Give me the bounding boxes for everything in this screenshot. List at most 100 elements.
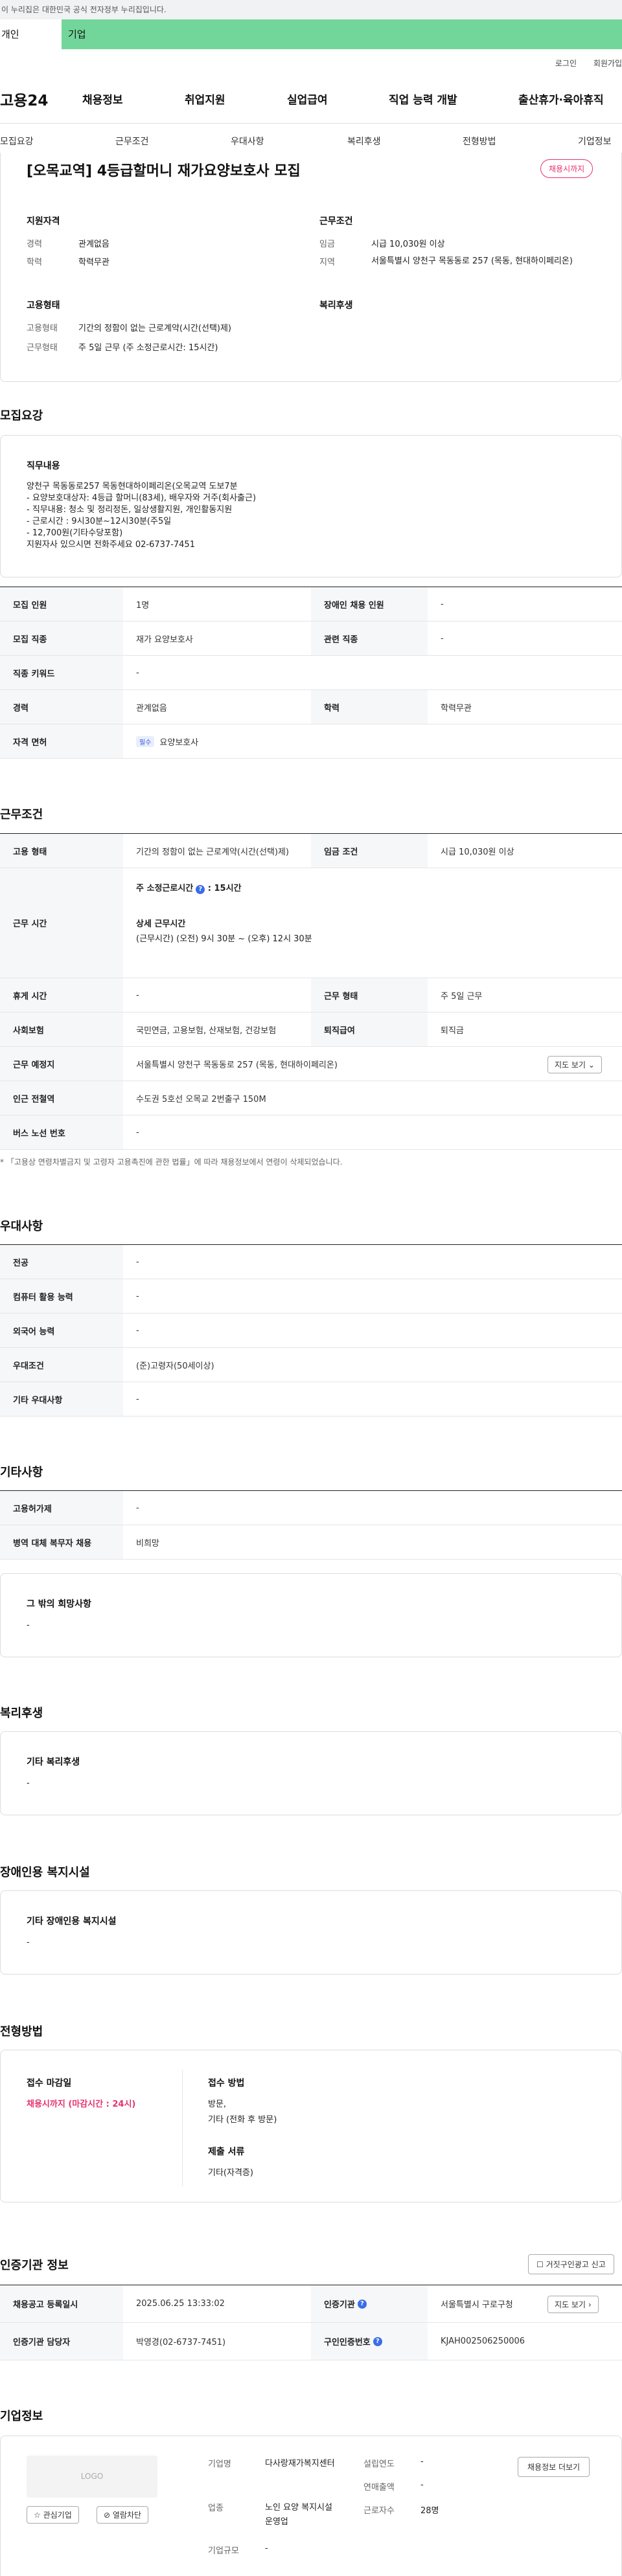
favorite-company-button[interactable]: ☆ 관심기업 (27, 2506, 79, 2524)
tab-individual[interactable]: 개인 (0, 19, 62, 49)
anchor-recruit[interactable]: 모집요강 (0, 135, 34, 148)
company-label: 기업명 (208, 2459, 231, 2469)
table-cell: - (136, 1394, 139, 1404)
gov-banner: 이 누리집은 대한민국 공식 전자정부 누리집입니다. (0, 0, 622, 19)
tab-corporate[interactable]: 기업 (68, 19, 86, 49)
table-header: 장애인 채용 인원 (311, 587, 428, 621)
table-cell: 비희망 (136, 1538, 159, 1549)
report-button-label: 거짓구인광고 신고 (546, 2260, 606, 2269)
company-label: 기업규모 (208, 2546, 239, 2556)
anchor-work[interactable]: 근무조건 (115, 135, 149, 148)
company-size: - (265, 2544, 268, 2553)
table-cell: 관계없음 (136, 703, 167, 713)
pref-section-title: 우대사항 (0, 1220, 43, 1233)
welfare-box-title: 기타 복리후생 (27, 1757, 80, 1767)
table-row: 근무 시간 주 소정근로시간? : 15시간 상세 근무시간 (근무시간) (오… (0, 868, 622, 978)
emp-value: 주 5일 근무 (주 소정근로시간: 15시간) (78, 343, 218, 353)
table-cell: - (441, 633, 444, 644)
emp-value: 기간의 정함이 없는 근로계약(시간(선택)제) (78, 324, 232, 333)
summary-card: [오목교역] 4등급할머니 재가요양보호사 모집 채용시까지 지원자격 경력 관… (0, 153, 622, 382)
table-header: 채용공고 등록일시 (0, 2285, 123, 2322)
table-cell: - (441, 599, 444, 609)
gnb-menu-vocational-training[interactable]: 직업 능력 개발 (389, 91, 457, 107)
block-icon: ⊘ (104, 2511, 111, 2520)
table-cell: - (136, 1127, 139, 1137)
welfare-box-value: - (27, 1778, 30, 1788)
etc-box-title: 그 밖의 희망사항 (27, 1599, 91, 1609)
agency-map-button[interactable]: 지도 보기 › (547, 2296, 599, 2313)
weekly-hours: 주 소정근로시간? : 15시간 (136, 881, 242, 894)
map-button[interactable]: 지도 보기 ⌄ (547, 1056, 602, 1073)
table-cell: - (136, 990, 139, 1000)
signup-link[interactable]: 회원가입 (593, 59, 622, 68)
duty-line: - 근로시간 : 9시30분~12시30분(주5일 (27, 517, 172, 526)
table-header: 인근 전철역 (0, 1081, 123, 1115)
table-cell: 서울특별시 양천구 목동동로 257 (목동, 현대하이페리온) (136, 1060, 338, 1070)
table-cell: - (136, 1325, 139, 1336)
recruit-section-title: 모집요강 (0, 409, 43, 423)
table-header: 인증기관 담당자 (0, 2323, 123, 2360)
site-logo[interactable]: 고용24 (0, 88, 48, 110)
gnb-menu-employment-support[interactable]: 취업지원 (185, 91, 225, 107)
cond-label: 지역 (319, 258, 335, 267)
company-label: 근로자수 (363, 2506, 395, 2516)
report-icon: ☐ (536, 2260, 544, 2269)
emp-label: 고용형태 (27, 324, 58, 333)
table-header: 근무 형태 (311, 978, 428, 1012)
report-button[interactable]: ☐ 거짓구인광고 신고 (528, 2254, 614, 2274)
method-title: 접수 방법 (208, 2078, 245, 2089)
login-link[interactable]: 로그인 (555, 59, 577, 68)
table-cell: KJAH002506250006 (441, 2336, 525, 2346)
cond-value: 서울특별시 양천구 목동동로 257 (목동, 현대하이페리온) (371, 256, 573, 266)
table-header: 근무 시간 (0, 868, 123, 978)
table-header: 학력 (311, 690, 428, 724)
table-cell: - (136, 1291, 139, 1301)
duty-text: 양천구 목동동로257 목동현대하이페리온(오목교역 도보7분 - 요양보호대상… (27, 481, 256, 551)
weekly-hours-value: : 15시간 (207, 884, 242, 893)
block-view-button[interactable]: ⊘ 열람차단 (97, 2506, 149, 2524)
table-header: 임금 조건 (311, 834, 428, 868)
table-header: 고용허가제 (0, 1491, 123, 1525)
screen-box: 접수 마감일 채용시까지 (마감시간 : 24시) 접수 방법 방문, 기타 (… (0, 2050, 622, 2202)
utility-links: 로그인 회원가입 (541, 58, 622, 69)
job-title: [오목교역] 4등급할머니 재가요양보호사 모집 (27, 163, 301, 179)
duty-box: 직무내용 양천구 목동동로257 목동현대하이페리온(오목교역 도보7분 - 요… (0, 435, 622, 577)
screen-section-title: 전형방법 (0, 2025, 43, 2039)
recruit-table: 모집 인원 1명 장애인 채용 인원 - 모집 직종 재가 요양보호사 관련 직… (0, 587, 622, 759)
table-row: 경력 관계없음 학력 학력무관 (0, 690, 622, 724)
table-header: 퇴직급여 (311, 1013, 428, 1046)
table-row: 우대조건 (준)고령자(50세이상) (0, 1348, 622, 1382)
table-header: 휴게 시간 (0, 978, 123, 1012)
detail-hours-value: (근무시간) (오전) 9시 30분 ~ (오후) 12시 30분 (136, 934, 312, 944)
map-button-label: 지도 보기 (555, 1060, 586, 1070)
disab-box-title: 기타 장애인용 복지시설 (27, 1916, 117, 1927)
help-icon[interactable]: ? (196, 885, 205, 894)
qual-label: 학력 (27, 258, 42, 267)
help-icon[interactable]: ? (373, 2336, 382, 2346)
etc-box-value: - (27, 1620, 30, 1630)
welfare-box: 기타 복리후생 - (0, 1731, 622, 1815)
block-label: 열람차단 (112, 2511, 142, 2520)
help-icon[interactable]: ? (357, 2299, 367, 2309)
anchor-company[interactable]: 기업정보 (578, 135, 612, 148)
disab-box: 기타 장애인용 복지시설 - (0, 1890, 622, 1975)
anchor-welfare[interactable]: 복리후생 (347, 135, 381, 148)
more-jobs-button[interactable]: 채용정보 더보기 (518, 2457, 590, 2477)
table-header: 모집 직종 (0, 622, 123, 655)
gnb-menu-unemployment-benefit[interactable]: 실업급여 (287, 91, 328, 107)
company-label: 업종 (208, 2503, 224, 2513)
cert-section-title: 인증기관 정보 (0, 2259, 69, 2272)
required-tag: 필수 (136, 735, 155, 747)
gnb-menu-jobs[interactable]: 채용정보 (82, 91, 123, 107)
table-cell: 서울특별시 구로구청 (441, 2300, 513, 2310)
gnb-menu-parental-leave[interactable]: 출산휴가·육아휴직 (518, 91, 604, 107)
anchor-screening[interactable]: 전형방법 (463, 135, 496, 148)
table-header: 전공 (0, 1245, 123, 1279)
table-header: 병역 대체 복무자 채용 (0, 1525, 123, 1559)
anchor-pref[interactable]: 우대사항 (231, 135, 264, 148)
age-note: * 「고용상 연령차별금지 및 고령자 고용촉진에 관한 법률」에 따라 채용정… (0, 1158, 343, 1167)
table-header: 우대조건 (0, 1348, 123, 1382)
detail-hours-label: 상세 근무시간 (136, 919, 186, 929)
duty-line: - 12,700원(기타수당포함) (27, 528, 123, 538)
divider (0, 123, 622, 124)
